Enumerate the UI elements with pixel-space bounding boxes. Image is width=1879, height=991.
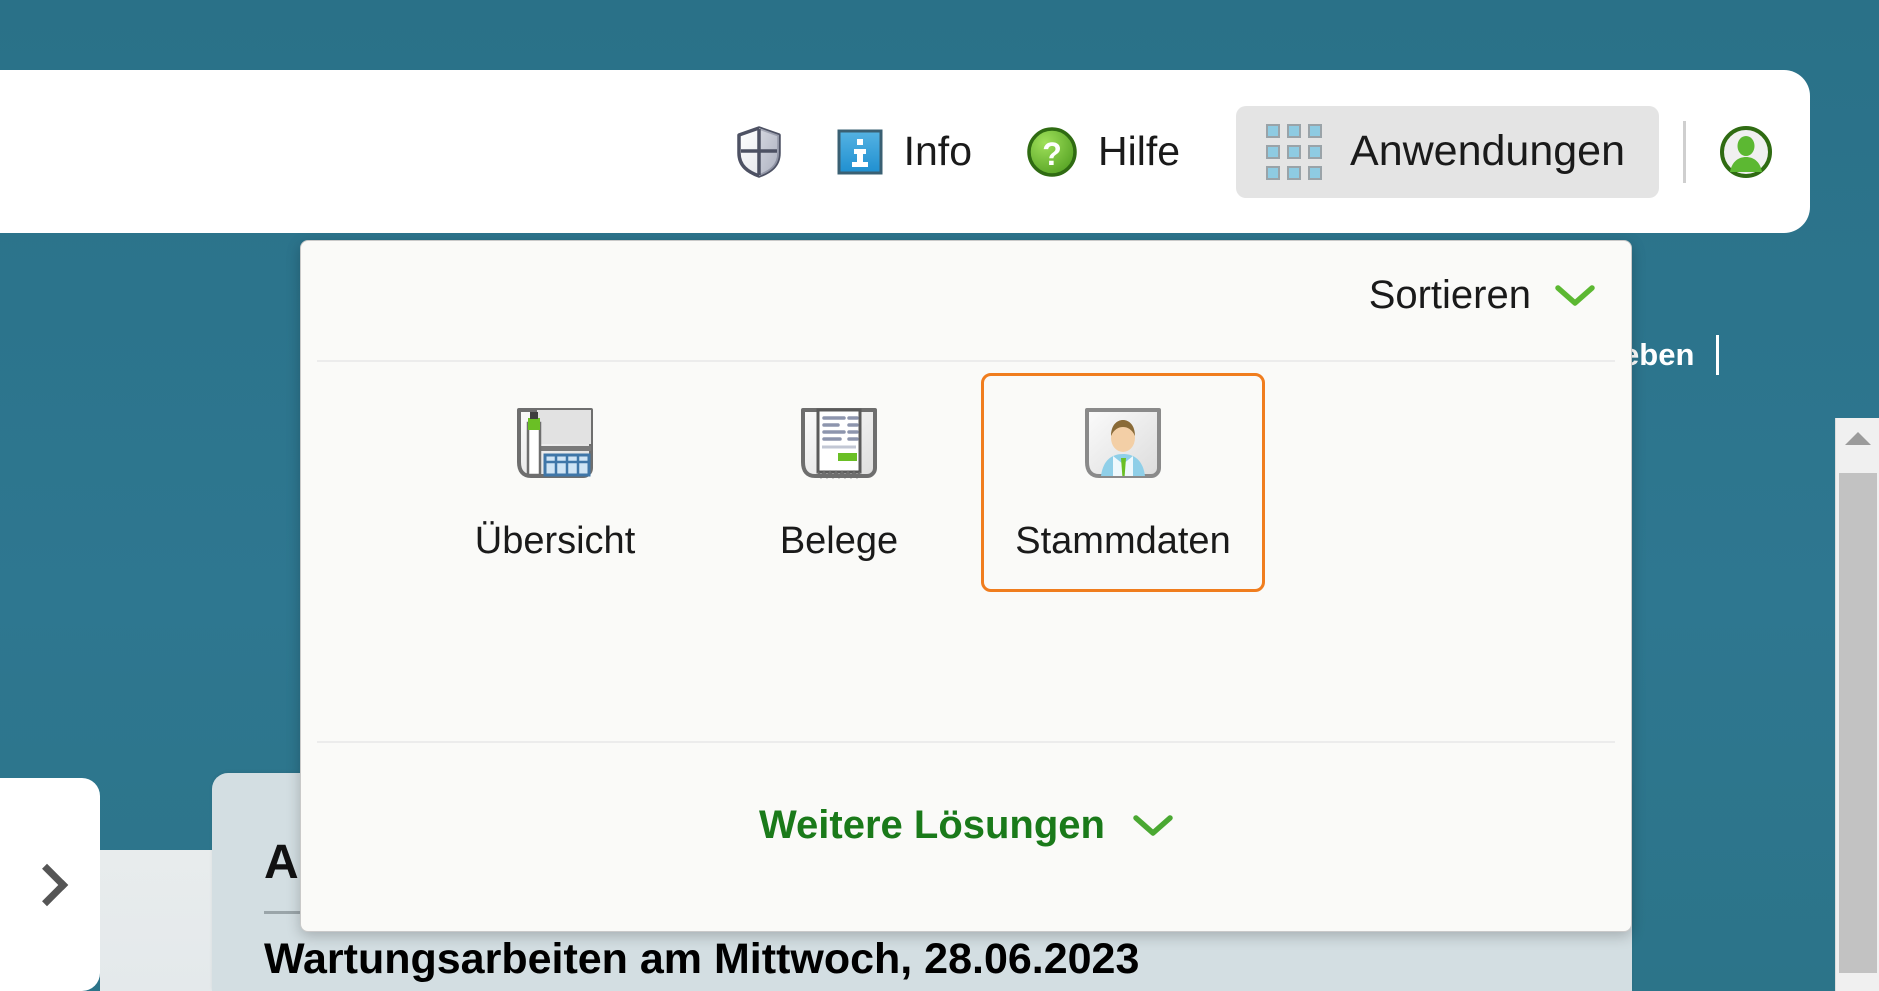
info-icon	[837, 129, 883, 174]
app-tile-label: Stammdaten	[1015, 520, 1231, 562]
chevron-down-icon	[1133, 814, 1173, 836]
info-button-label: Info	[903, 128, 972, 174]
header-items: Info ? Hilfe Anwendungen	[682, 105, 1810, 198]
help-button[interactable]: ? Hilfe	[1026, 126, 1180, 178]
top-header-bar: Info ? Hilfe Anwendungen	[0, 70, 1810, 233]
chevron-right-icon	[25, 863, 69, 906]
page-scrollbar[interactable]	[1835, 418, 1879, 991]
app-tile-label: Übersicht	[474, 520, 636, 562]
more-solutions-label: Weitere Lösungen	[759, 803, 1105, 847]
app-tile-stammdaten[interactable]: Stammdaten	[981, 373, 1265, 592]
svg-text:?: ?	[1042, 136, 1062, 172]
app-tile-belege[interactable]: Belege	[697, 373, 981, 592]
chevron-down-icon	[1555, 284, 1595, 306]
grid-icon	[1266, 123, 1323, 180]
help-icon: ?	[1027, 126, 1077, 177]
user-avatar-icon[interactable]	[1718, 124, 1774, 180]
card-title: A	[264, 836, 299, 889]
person-card-icon	[1085, 408, 1161, 478]
panel-divider-bottom	[317, 741, 1615, 743]
app-tile-label: Belege	[779, 520, 899, 562]
sort-button-label: Sortieren	[1368, 273, 1531, 317]
app-tile-uebersicht[interactable]: Übersicht	[413, 373, 697, 592]
panel-divider-top	[317, 360, 1615, 362]
apps-dropdown-panel: Sortieren Übersicht Belege Stammdaten We…	[300, 240, 1632, 932]
info-button[interactable]: Info	[836, 128, 972, 176]
more-solutions-button[interactable]: Weitere Lösungen	[301, 803, 1631, 848]
sort-button[interactable]: Sortieren	[1369, 273, 1595, 318]
overview-document-icon	[517, 408, 593, 478]
apps-grid: Übersicht Belege Stammdaten	[301, 373, 1631, 592]
feedback-separator	[1716, 335, 1720, 375]
security-shield-button[interactable]	[736, 125, 782, 178]
header-divider	[1683, 120, 1686, 183]
left-drawer-toggle[interactable]	[0, 778, 100, 991]
apps-button[interactable]: Anwendungen	[1236, 105, 1659, 198]
scroll-up-arrow-icon[interactable]	[1844, 432, 1871, 445]
card-subtitle: Wartungsarbeiten am Mittwoch, 28.06.2023	[264, 935, 1140, 983]
scrollbar-thumb[interactable]	[1839, 473, 1877, 973]
receipt-document-icon	[801, 408, 877, 479]
apps-button-label: Anwendungen	[1350, 127, 1625, 175]
help-button-label: Hilfe	[1098, 128, 1181, 174]
shield-icon	[736, 125, 781, 178]
